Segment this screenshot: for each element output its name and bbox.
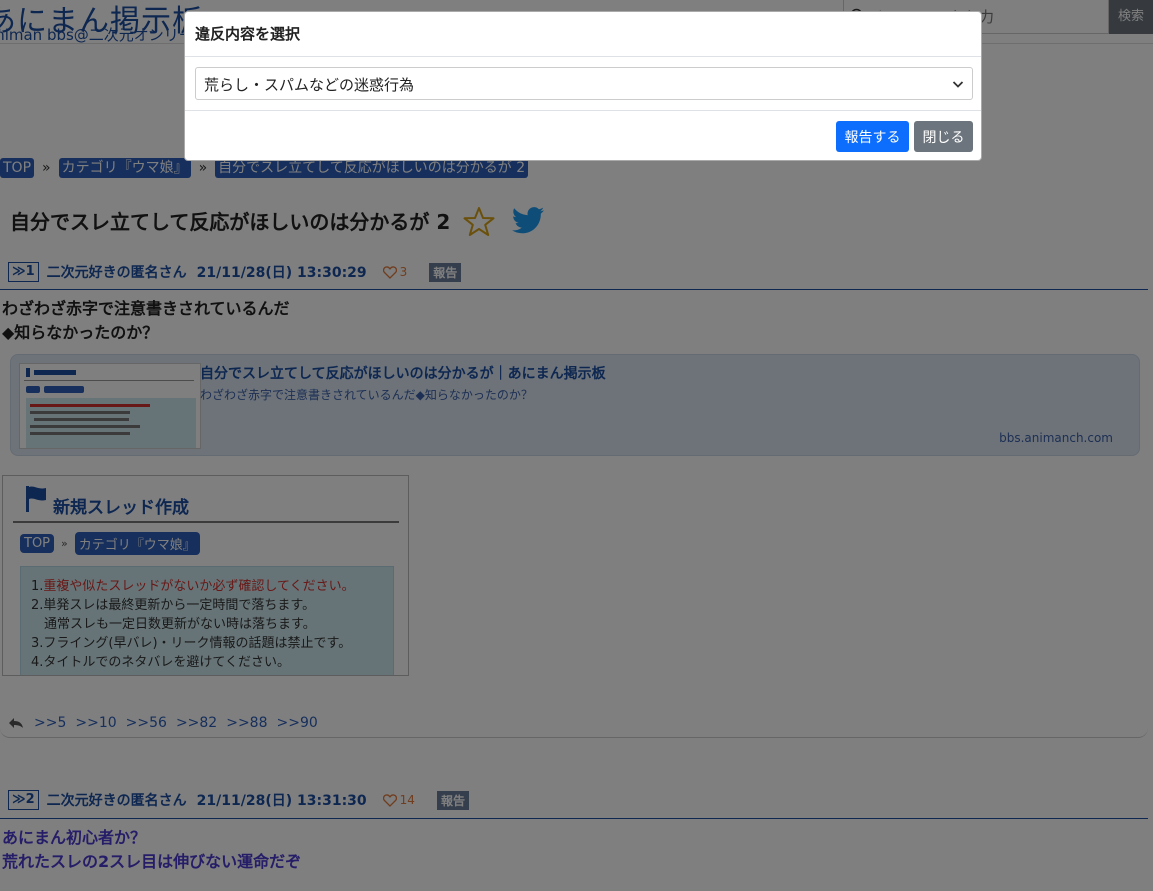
chevron-down-icon (952, 81, 964, 88)
violation-select-value: 荒らし・スパムなどの迷惑行為 (204, 76, 415, 94)
close-modal-button[interactable]: 閉じる (914, 121, 973, 152)
violation-select[interactable]: 荒らし・スパムなどの迷惑行為 (195, 67, 973, 100)
submit-report-button[interactable]: 報告する (836, 121, 909, 152)
modal-divider (185, 56, 981, 57)
modal-divider (185, 110, 981, 111)
report-modal: 違反内容を選択 荒らし・スパムなどの迷惑行為 報告する 閉じる (184, 11, 982, 161)
modal-title: 違反内容を選択 (195, 25, 301, 43)
